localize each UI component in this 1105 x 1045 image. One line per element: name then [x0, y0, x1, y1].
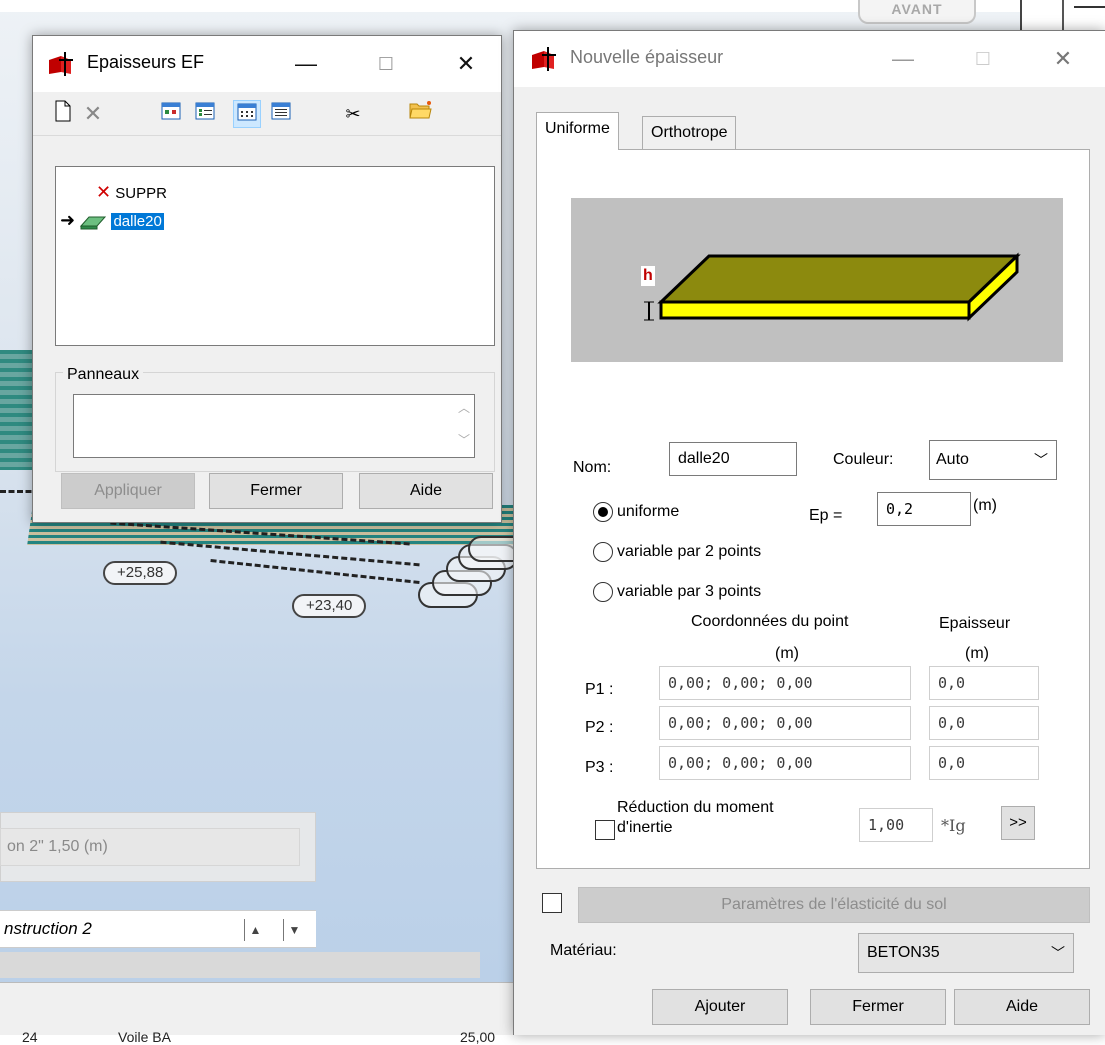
p2-coords-input[interactable]: 0,00; 0,00; 0,00: [659, 706, 911, 740]
properties-field[interactable]: on 2" 1,50 (m): [0, 828, 300, 866]
more-options-button[interactable]: >>: [1001, 806, 1035, 840]
title-bar[interactable]: Nouvelle épaisseur — ☐ ✕: [514, 31, 1105, 87]
current-arrow-icon: ➜: [60, 210, 76, 230]
radio-uniforme[interactable]: [593, 502, 613, 522]
nouvelle-epaisseur-window: Nouvelle épaisseur — ☐ ✕ Uniforme Orthot…: [513, 30, 1105, 1035]
view-list-icon[interactable]: [233, 100, 261, 128]
coord-header: Coordonnées du point: [691, 613, 849, 630]
view-small-icons-icon[interactable]: [191, 100, 219, 128]
list-scrollbar[interactable]: ︿ ﹀: [454, 395, 474, 457]
construction-row[interactable]: nstruction 2 ▲ ▼: [0, 910, 316, 948]
tab-uniforme[interactable]: Uniforme: [536, 112, 619, 150]
tab-orthotrope[interactable]: Orthotrope: [642, 116, 737, 150]
ep-column-header: Epaisseur: [939, 615, 1011, 632]
sol-elasticity-button[interactable]: Paramètres de l'élasticité du sol: [578, 887, 1090, 923]
radio-variable-2-label[interactable]: variable par 2 points: [617, 542, 761, 562]
status-item: 24: [22, 1029, 38, 1045]
cut-icon[interactable]: ✂: [339, 100, 367, 128]
horizontal-scrollbar[interactable]: [0, 952, 480, 978]
close-button[interactable]: ✕: [1040, 39, 1086, 79]
couleur-label: Couleur:: [833, 451, 894, 468]
apply-button[interactable]: Appliquer: [61, 473, 195, 509]
materiau-select[interactable]: BETON35 ﹀: [858, 933, 1074, 973]
reduction-checkbox[interactable]: [595, 820, 615, 840]
p3-ep-input[interactable]: 0,0: [929, 746, 1039, 780]
nom-label: Nom:: [573, 459, 612, 476]
close-button[interactable]: Fermer: [810, 989, 946, 1025]
radio-uniforme-label[interactable]: uniforme: [617, 502, 679, 522]
tree-item-suppr[interactable]: ✕ SUPPR: [96, 179, 167, 205]
view-large-icons-icon[interactable]: [157, 100, 185, 128]
reduction-unit: *Ig: [941, 816, 966, 835]
level-tag: +25,88: [103, 561, 178, 585]
scroll-up-icon[interactable]: ︿: [458, 399, 470, 416]
epaisseurs-ef-window: Epaisseurs EF — ☐ ✕ ✕ ✂ ✕ SUPPR ➜ dalle2…: [32, 35, 502, 523]
scroll-down-icon[interactable]: ▼: [283, 919, 305, 941]
radio-variable-2-points[interactable]: [593, 542, 613, 562]
chevron-down-icon: ﹀: [1034, 452, 1048, 468]
tree-item-dalle20[interactable]: ➜ dalle20: [60, 207, 164, 233]
app-icon: [532, 47, 556, 71]
view-cube-avant[interactable]: AVANT: [858, 0, 976, 24]
delete-x-icon: ✕: [96, 182, 112, 202]
open-folder-icon[interactable]: [407, 100, 435, 128]
app-icon: [49, 52, 73, 76]
ep-unit: (m): [973, 497, 997, 514]
ep-column-unit: (m): [965, 645, 989, 662]
couleur-value: Auto: [936, 451, 969, 468]
add-button[interactable]: Ajouter: [652, 989, 788, 1025]
maximize-button[interactable]: ☐: [363, 44, 409, 84]
level-tag: +23,40: [292, 594, 367, 618]
p3-coords-input[interactable]: 0,00; 0,00; 0,00: [659, 746, 911, 780]
minimize-button[interactable]: —: [880, 39, 926, 79]
minimize-button[interactable]: —: [283, 44, 329, 84]
status-item: Voile BA: [118, 1029, 171, 1045]
couleur-select[interactable]: Auto ﹀: [929, 440, 1057, 480]
panneaux-list[interactable]: ︿ ﹀: [73, 394, 475, 458]
ep-input[interactable]: 0,2: [877, 492, 971, 526]
p1-coords-input[interactable]: 0,00; 0,00; 0,00: [659, 666, 911, 700]
radio-variable-3-points[interactable]: [593, 582, 613, 602]
new-document-icon[interactable]: [49, 100, 77, 128]
help-button[interactable]: Aide: [359, 473, 493, 509]
materiau-value: BETON35: [867, 944, 940, 961]
tree-item-label: dalle20: [111, 213, 164, 230]
scroll-down-icon[interactable]: ﹀: [458, 431, 470, 448]
slab-icon: [80, 216, 107, 230]
close-button[interactable]: ✕: [443, 44, 489, 84]
status-item: 25,00: [460, 1029, 496, 1045]
title-bar[interactable]: Epaisseurs EF — ☐ ✕: [33, 36, 501, 92]
delete-icon[interactable]: ✕: [79, 100, 107, 128]
nom-input[interactable]: dalle20: [669, 442, 797, 476]
radio-variable-3-label[interactable]: variable par 3 points: [617, 582, 761, 602]
coord-unit: (m): [775, 645, 799, 662]
p3-label: P3 :: [585, 759, 614, 776]
chevron-down-icon: ﹀: [1051, 945, 1065, 961]
toolbar: ✕ ✂: [33, 92, 501, 136]
thickness-h-label: h: [643, 267, 653, 284]
window-title: Epaisseurs EF: [87, 52, 205, 72]
ep-label: Ep =: [809, 507, 843, 524]
close-button[interactable]: Fermer: [209, 473, 343, 509]
tree-item-label: SUPPR: [115, 185, 167, 202]
materiau-label: Matériau:: [550, 942, 617, 959]
p1-ep-input[interactable]: 0,0: [929, 666, 1039, 700]
panneaux-label: Panneaux: [63, 366, 144, 384]
tab-page-uniforme: h Nom: dalle20 Couleur: Auto ﹀ uniforme …: [536, 149, 1090, 869]
view-details-icon[interactable]: [267, 100, 295, 128]
reduction-label-line2[interactable]: d'inertie: [617, 818, 673, 838]
maximize-button[interactable]: ☐: [960, 39, 1006, 79]
construction-row-label: nstruction 2: [4, 919, 92, 938]
scroll-up-icon[interactable]: ▲: [244, 919, 266, 941]
p2-ep-input[interactable]: 0,0: [929, 706, 1039, 740]
sol-elasticity-checkbox[interactable]: [542, 893, 562, 913]
p2-label: P2 :: [585, 719, 614, 736]
help-button[interactable]: Aide: [954, 989, 1090, 1025]
slab-preview: h: [571, 198, 1063, 362]
window-title: Nouvelle épaisseur: [570, 47, 724, 67]
reduction-value-input[interactable]: 1,00: [859, 808, 933, 842]
thickness-tree[interactable]: ✕ SUPPR ➜ dalle20: [55, 166, 495, 346]
p1-label: P1 :: [585, 681, 614, 698]
reduction-label[interactable]: Réduction du moment: [617, 798, 774, 818]
